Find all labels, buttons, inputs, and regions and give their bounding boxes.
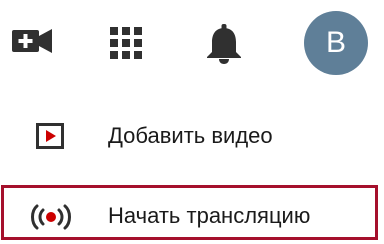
video-camera-plus-icon[interactable] <box>12 26 52 56</box>
screenshot-stage: B Добавить видео Начать трансляцию <box>0 0 384 244</box>
menu-item-label: Начать трансляцию <box>108 203 311 228</box>
upload-video-icon <box>36 123 64 149</box>
avatar[interactable]: B <box>304 11 368 75</box>
menu-item-upload-video[interactable]: Добавить видео <box>0 114 384 158</box>
live-broadcast-icon <box>31 204 71 230</box>
menu-item-go-live[interactable]: Начать трансляцию <box>0 196 384 240</box>
top-bar: B <box>0 0 384 90</box>
bell-icon[interactable] <box>204 22 244 64</box>
avatar-letter: B <box>325 26 346 59</box>
apps-grid-icon[interactable] <box>108 25 144 61</box>
menu-item-label: Добавить видео <box>108 123 273 148</box>
